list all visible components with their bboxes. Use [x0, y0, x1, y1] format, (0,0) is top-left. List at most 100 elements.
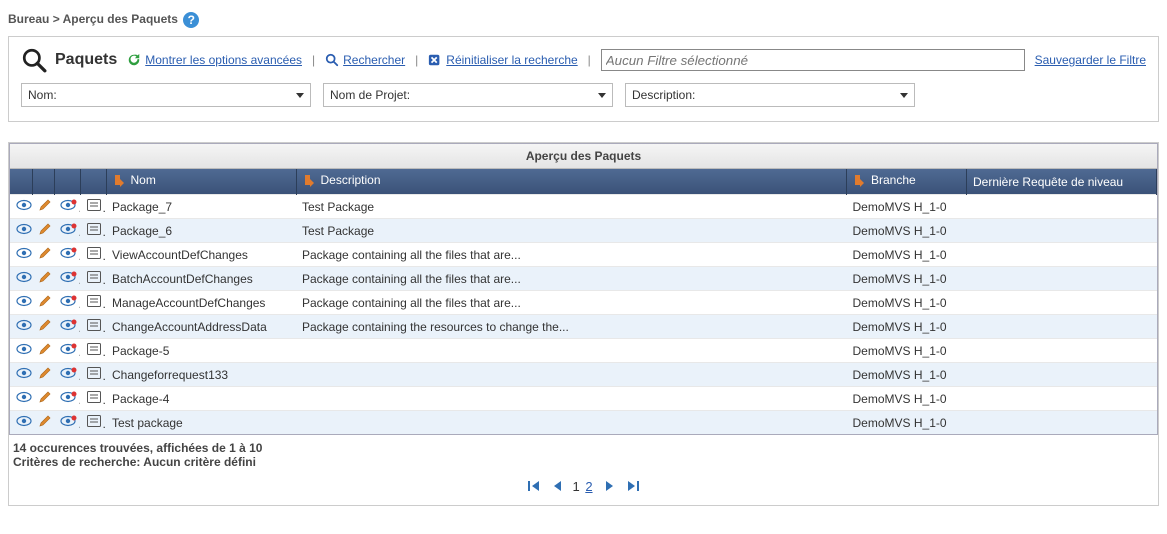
properties-icon[interactable] — [80, 195, 106, 219]
properties-icon[interactable] — [80, 291, 106, 315]
detail-icon[interactable] — [54, 195, 80, 219]
edit-icon[interactable] — [32, 387, 54, 411]
properties-icon[interactable] — [80, 315, 106, 339]
view-icon[interactable] — [10, 267, 32, 291]
data-grid: Aperçu des Paquets Nom — [9, 143, 1158, 435]
cell-branch: DemoMVS H_1-0 — [847, 339, 967, 363]
view-icon[interactable] — [10, 339, 32, 363]
cell-name[interactable]: BatchAccountDefChanges — [106, 267, 296, 291]
col-detail — [54, 169, 80, 195]
cell-name[interactable]: ViewAccountDefChanges — [106, 243, 296, 267]
detail-icon[interactable] — [54, 363, 80, 387]
filter-description[interactable]: Description: — [625, 83, 915, 107]
refresh-icon — [127, 53, 141, 67]
filter-project[interactable]: Nom de Projet: — [323, 83, 613, 107]
view-icon[interactable] — [10, 195, 32, 219]
help-icon[interactable]: ? — [183, 12, 199, 28]
prev-page-button[interactable] — [548, 477, 566, 495]
view-icon[interactable] — [10, 291, 32, 315]
first-page-button[interactable] — [524, 477, 542, 495]
search-link[interactable]: Rechercher — [325, 53, 405, 67]
col-edit — [32, 169, 54, 195]
view-icon[interactable] — [10, 315, 32, 339]
edit-icon[interactable] — [32, 267, 54, 291]
cell-description: Package containing all the files that ar… — [296, 243, 847, 267]
search-icon — [21, 47, 47, 73]
page-link-2[interactable]: 2 — [585, 479, 592, 494]
properties-icon[interactable] — [80, 339, 106, 363]
edit-icon[interactable] — [32, 411, 54, 435]
cell-name[interactable]: ChangeAccountAddressData — [106, 315, 296, 339]
table-row: ViewAccountDefChangesPackage containing … — [10, 243, 1157, 267]
cell-name[interactable]: Package-5 — [106, 339, 296, 363]
cell-branch: DemoMVS H_1-0 — [847, 315, 967, 339]
detail-icon[interactable] — [54, 387, 80, 411]
detail-icon[interactable] — [54, 291, 80, 315]
view-icon[interactable] — [10, 387, 32, 411]
filter-name-label: Nom: — [28, 88, 57, 102]
detail-icon[interactable] — [54, 243, 80, 267]
detail-icon[interactable] — [54, 411, 80, 435]
edit-icon[interactable] — [32, 219, 54, 243]
separator: | — [415, 53, 418, 67]
cell-last-request — [967, 219, 1157, 243]
cell-last-request — [967, 243, 1157, 267]
search-small-icon — [325, 53, 339, 67]
reset-search-link[interactable]: Réinitialiser la recherche — [428, 53, 577, 67]
filter-select[interactable] — [601, 49, 1025, 71]
filter-name[interactable]: Nom: — [21, 83, 311, 107]
properties-icon[interactable] — [80, 411, 106, 435]
view-icon[interactable] — [10, 243, 32, 267]
header-row: Nom Description Branche — [10, 169, 1157, 195]
col-description[interactable]: Description — [296, 169, 847, 195]
properties-icon[interactable] — [80, 363, 106, 387]
cell-name[interactable]: Package_7 — [106, 195, 296, 219]
cell-branch: DemoMVS H_1-0 — [847, 195, 967, 219]
breadcrumb-root[interactable]: Bureau — [8, 12, 49, 26]
cell-description: Package containing all the files that ar… — [296, 267, 847, 291]
last-page-button[interactable] — [625, 477, 643, 495]
table-row: ChangeAccountAddressDataPackage containi… — [10, 315, 1157, 339]
col-description-label: Description — [321, 173, 381, 187]
view-icon[interactable] — [10, 219, 32, 243]
col-last-request-label: Dernière Requête de niveau — [973, 175, 1123, 189]
col-name[interactable]: Nom — [106, 169, 296, 195]
properties-icon[interactable] — [80, 387, 106, 411]
view-icon[interactable] — [10, 363, 32, 387]
edit-icon[interactable] — [32, 195, 54, 219]
advanced-options-link[interactable]: Montrer les options avancées — [145, 53, 302, 67]
last-icon — [626, 478, 642, 494]
col-branch[interactable]: Branche — [847, 169, 967, 195]
edit-icon[interactable] — [32, 363, 54, 387]
edit-icon[interactable] — [32, 339, 54, 363]
edit-icon[interactable] — [32, 243, 54, 267]
table-row: BatchAccountDefChangesPackage containing… — [10, 267, 1157, 291]
edit-icon[interactable] — [32, 315, 54, 339]
cell-name[interactable]: ManageAccountDefChanges — [106, 291, 296, 315]
properties-icon[interactable] — [80, 267, 106, 291]
cell-description: Package containing the resources to chan… — [296, 315, 847, 339]
detail-icon[interactable] — [54, 339, 80, 363]
detail-icon[interactable] — [54, 219, 80, 243]
next-page-button[interactable] — [601, 477, 619, 495]
search-link-label: Rechercher — [343, 53, 405, 67]
cell-last-request — [967, 411, 1157, 435]
view-icon[interactable] — [10, 411, 32, 435]
cell-name[interactable]: Test package — [106, 411, 296, 435]
cell-name[interactable]: Changeforrequest133 — [106, 363, 296, 387]
cell-branch: DemoMVS H_1-0 — [847, 243, 967, 267]
properties-icon[interactable] — [80, 243, 106, 267]
cell-name[interactable]: Package-4 — [106, 387, 296, 411]
save-filter-link[interactable]: Sauvegarder le Filtre — [1035, 53, 1146, 67]
col-last-request[interactable]: Dernière Requête de niveau — [967, 169, 1157, 195]
cell-last-request — [967, 339, 1157, 363]
edit-icon[interactable] — [32, 291, 54, 315]
detail-icon[interactable] — [54, 315, 80, 339]
cell-name[interactable]: Package_6 — [106, 219, 296, 243]
cell-branch: DemoMVS H_1-0 — [847, 363, 967, 387]
cell-branch: DemoMVS H_1-0 — [847, 267, 967, 291]
detail-icon[interactable] — [54, 267, 80, 291]
properties-icon[interactable] — [80, 219, 106, 243]
cell-last-request — [967, 267, 1157, 291]
search-panel: Paquets Montrer les options avancées | R… — [8, 36, 1159, 122]
